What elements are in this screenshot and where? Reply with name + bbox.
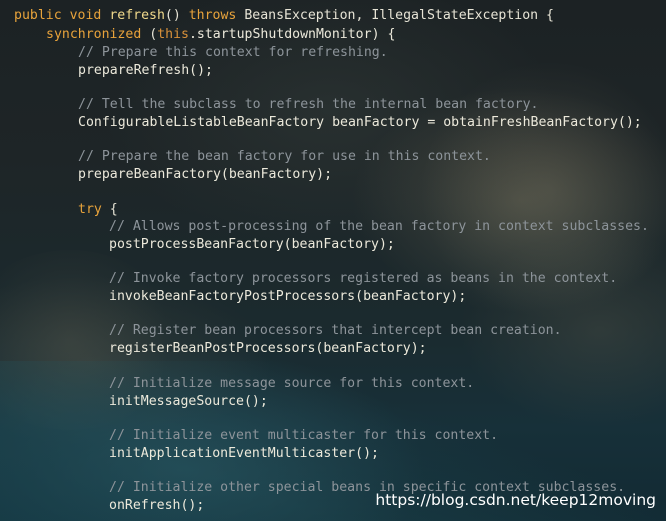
code-statement: initApplicationEventMulticaster(); bbox=[109, 446, 379, 461]
code-statement: prepareBeanFactory(beanFactory); bbox=[78, 167, 333, 182]
code-statement: postProcessBeanFactory(beanFactory); bbox=[109, 237, 395, 252]
keyword: try bbox=[78, 202, 102, 217]
code-comment: // Register bean processors that interce… bbox=[109, 323, 562, 338]
punctuation: { bbox=[109, 202, 118, 217]
code-editor: public void refresh() throws BeansExcept… bbox=[0, 0, 666, 521]
keyword: synchronized bbox=[46, 27, 142, 42]
code-comment: // Invoke factory processors registered … bbox=[109, 271, 618, 286]
code-statement: prepareRefresh(); bbox=[78, 63, 213, 78]
code-comment: // Initialize message source for this co… bbox=[109, 376, 475, 391]
code-statement: initMessageSource(); bbox=[109, 394, 268, 409]
code-line: synchronized (this.startupShutdownMonito… bbox=[46, 25, 395, 45]
code-block: public void refresh() throws BeansExcept… bbox=[0, 0, 666, 521]
code-comment: // Prepare the bean factory for use in t… bbox=[78, 149, 491, 164]
code-comment: // Allows post-processing of the bean fa… bbox=[109, 219, 649, 234]
code-comment: // Prepare this context for refreshing. bbox=[78, 45, 388, 60]
keyword: void bbox=[69, 8, 102, 23]
code-statement: invokeBeanFactoryPostProcessors(beanFact… bbox=[109, 289, 467, 304]
code-statement: onRefresh(); bbox=[109, 498, 205, 513]
keyword: this bbox=[157, 27, 189, 42]
code-line: public void refresh() throws BeansExcept… bbox=[14, 6, 554, 26]
code-comment: // Tell the subclass to refresh the inte… bbox=[78, 97, 539, 112]
code-comment: // Initialize event multicaster for this… bbox=[109, 428, 499, 443]
keyword: public bbox=[14, 8, 62, 23]
watermark-url: https://blog.csdn.net/keep12moving bbox=[375, 491, 656, 509]
code-statement: ConfigurableListableBeanFactory beanFact… bbox=[78, 115, 642, 130]
code-statement: registerBeanPostProcessors(beanFactory); bbox=[109, 341, 427, 356]
punctuation: ( bbox=[149, 27, 158, 42]
method-name: refresh bbox=[109, 8, 165, 23]
keyword: throws bbox=[188, 8, 237, 23]
parameter-list: () bbox=[164, 8, 181, 23]
exception-list: BeansException, IllegalStateException { bbox=[244, 8, 554, 23]
code-text: .startupShutdownMonitor) { bbox=[188, 27, 396, 42]
